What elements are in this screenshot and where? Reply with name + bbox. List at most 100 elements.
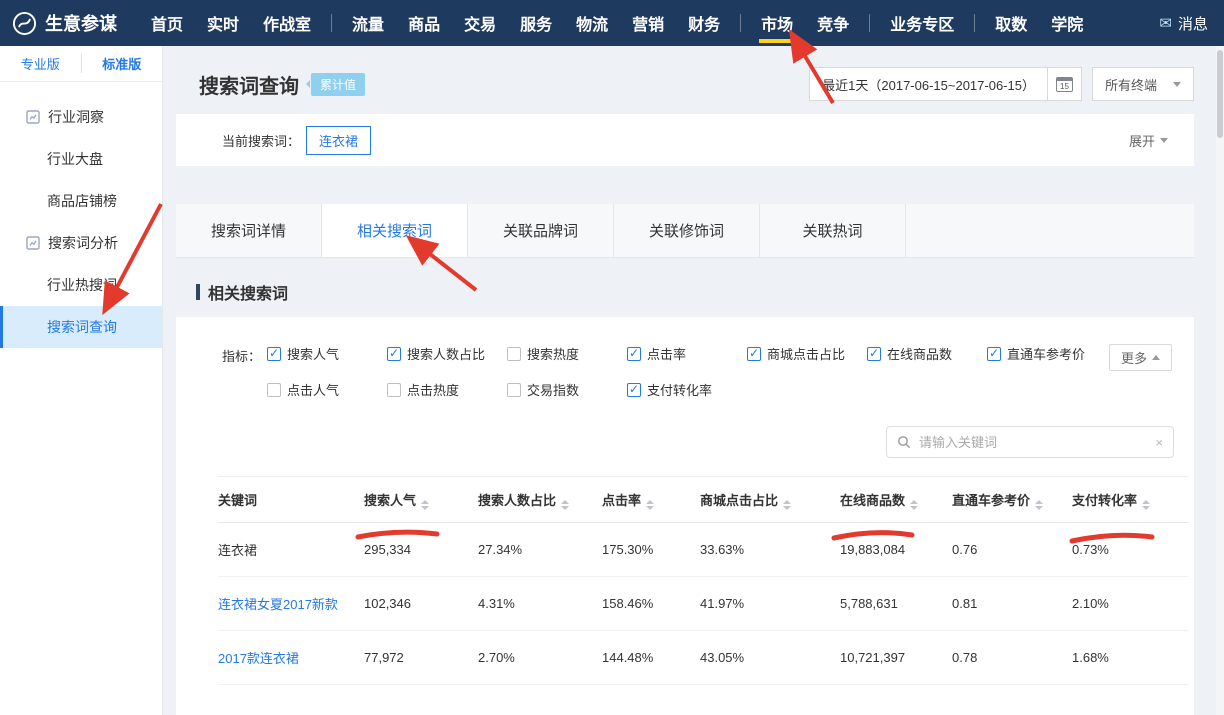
metric-checkbox-online-products[interactable]: 在线商品数 xyxy=(867,344,987,363)
nav-item-service[interactable]: 服务 xyxy=(508,0,564,46)
cell-value: 144.48% xyxy=(602,631,700,685)
table-row: 连衣裙女夏2017新款 102,346 4.31% 158.46% 41.97%… xyxy=(218,577,1188,631)
date-range-text: 最近1天（2017-06-15~2017-06-15） xyxy=(810,68,1047,100)
col-online-products[interactable]: 在线商品数 xyxy=(840,477,952,523)
metric-checkbox-search-heat[interactable]: 搜索热度 xyxy=(507,344,627,363)
metric-checkbox-click-heat[interactable]: 点击热度 xyxy=(387,380,507,399)
sort-icon[interactable] xyxy=(1142,500,1150,510)
nav-item-marketing[interactable]: 营销 xyxy=(620,0,676,46)
col-keyword: 关键词 xyxy=(218,477,364,523)
metric-label: 商城点击占比 xyxy=(767,344,845,363)
tabstrip-filler xyxy=(906,204,1194,257)
metric-checkbox-click-rate[interactable]: 点击率 xyxy=(627,344,747,363)
search-icon xyxy=(897,435,911,449)
sidebar-item-industry-insight[interactable]: 行业洞察 xyxy=(0,96,162,138)
tab-standard-version[interactable]: 标准版 xyxy=(81,54,163,73)
metric-checkbox-ztc-ref-price[interactable]: 直通车参考价 xyxy=(987,344,1107,363)
checkbox-icon xyxy=(867,347,881,361)
tab-related-brand-words[interactable]: 关联品牌词 xyxy=(468,204,614,257)
sort-icon[interactable] xyxy=(421,500,429,510)
cell-value: 0.78 xyxy=(952,631,1072,685)
nav-item-competition[interactable]: 竞争 xyxy=(805,0,861,46)
col-click-rate[interactable]: 点击率 xyxy=(602,477,700,523)
metric-checkbox-pay-conversion[interactable]: 支付转化率 xyxy=(627,380,747,399)
nav-item-realtime[interactable]: 实时 xyxy=(195,0,251,46)
col-search-popularity[interactable]: 搜索人气 xyxy=(364,477,478,523)
cumulative-badge: 累计值 xyxy=(311,73,365,96)
scrollbar-thumb[interactable] xyxy=(1217,50,1223,138)
col-pay-conversion[interactable]: 支付转化率 xyxy=(1072,477,1188,523)
col-searcher-share[interactable]: 搜索人数占比 xyxy=(478,477,602,523)
tab-search-term-detail[interactable]: 搜索词详情 xyxy=(176,204,322,257)
cell-value: 0.73% xyxy=(1072,523,1188,577)
sidebar-version-tabs: 专业版 标准版 xyxy=(0,46,162,82)
cell-keyword-link[interactable]: 2017款连衣裙 xyxy=(218,631,364,685)
message-entry[interactable]: ✉ 消息 xyxy=(1159,13,1208,34)
checkbox-icon xyxy=(627,347,641,361)
chart-doc-icon xyxy=(26,236,40,250)
nav-item-logistics[interactable]: 物流 xyxy=(564,0,620,46)
sidebar-item-search-term-analysis[interactable]: 搜索词分析 xyxy=(0,222,162,264)
cell-value: 33.63% xyxy=(700,523,840,577)
metric-checkbox-trade-index[interactable]: 交易指数 xyxy=(507,380,627,399)
sidebar-item-label: 行业洞察 xyxy=(48,107,104,127)
keyword-search-input[interactable] xyxy=(919,435,1147,450)
current-keyword-tag[interactable]: 连衣裙 xyxy=(306,126,371,155)
sidebar-item-label: 搜索词分析 xyxy=(48,233,118,253)
nav-item-data-extract[interactable]: 取数 xyxy=(983,0,1039,46)
metric-checkbox-click-popularity[interactable]: 点击人气 xyxy=(267,380,387,399)
brand[interactable]: 生意参谋 xyxy=(12,10,117,36)
cell-value: 41.97% xyxy=(700,577,840,631)
nav-item-academy[interactable]: 学院 xyxy=(1039,0,1095,46)
sort-icon[interactable] xyxy=(1035,500,1043,510)
sidebar-item-industry-overview[interactable]: 行业大盘 xyxy=(0,138,162,180)
tab-related-hot-words[interactable]: 关联热词 xyxy=(760,204,906,257)
more-button[interactable]: 更多 xyxy=(1109,344,1172,371)
tab-related-search-terms[interactable]: 相关搜索词 xyxy=(322,204,468,257)
cell-value: 5,788,631 xyxy=(840,577,952,631)
clear-icon[interactable]: × xyxy=(1155,435,1163,450)
nav-item-war-room[interactable]: 作战室 xyxy=(251,0,323,46)
metric-label: 搜索人数占比 xyxy=(407,344,485,363)
metric-checkbox-searcher-share[interactable]: 搜索人数占比 xyxy=(387,344,507,363)
date-range-picker[interactable]: 最近1天（2017-06-15~2017-06-15） 15 xyxy=(809,67,1082,101)
expand-toggle[interactable]: 展开 xyxy=(1129,131,1168,150)
nav-item-traffic[interactable]: 流量 xyxy=(340,0,396,46)
metric-label: 支付转化率 xyxy=(647,380,712,399)
results-table: 关键词 搜索人气 搜索人数占比 点击率 商城点击占比 在线商品数 直通车参考价 … xyxy=(218,476,1188,685)
cell-value: 19,883,084 xyxy=(840,523,952,577)
sidebar-item-label: 行业大盘 xyxy=(47,149,103,169)
cell-keyword-link[interactable]: 连衣裙女夏2017新款 xyxy=(218,577,364,631)
terminal-selector[interactable]: 所有终端 xyxy=(1092,67,1194,101)
checkbox-icon xyxy=(387,347,401,361)
chart-doc-icon xyxy=(26,110,40,124)
col-ztc-ref-price[interactable]: 直通车参考价 xyxy=(952,477,1072,523)
metric-label: 搜索热度 xyxy=(527,344,579,363)
message-label: 消息 xyxy=(1178,13,1208,34)
tab-related-modifier-words[interactable]: 关联修饰词 xyxy=(614,204,760,257)
sort-icon[interactable] xyxy=(910,500,918,510)
table-header-row: 关键词 搜索人气 搜索人数占比 点击率 商城点击占比 在线商品数 直通车参考价 … xyxy=(218,477,1188,523)
sidebar-item-goods-shop-ranking[interactable]: 商品店铺榜 xyxy=(0,180,162,222)
tab-pro-version[interactable]: 专业版 xyxy=(0,54,81,73)
sort-icon[interactable] xyxy=(561,500,569,510)
cell-value: 175.30% xyxy=(602,523,700,577)
nav-item-market[interactable]: 市场 xyxy=(749,0,805,46)
sort-icon[interactable] xyxy=(783,500,791,510)
nav-item-business-zone[interactable]: 业务专区 xyxy=(878,0,966,46)
calendar-button[interactable]: 15 xyxy=(1047,68,1081,100)
main-content: 搜索词查询 累计值 最近1天（2017-06-15~2017-06-15） 15… xyxy=(163,46,1224,715)
metric-checkbox-search-popularity[interactable]: 搜索人气 xyxy=(267,344,387,363)
nav-item-trade[interactable]: 交易 xyxy=(452,0,508,46)
checkbox-icon xyxy=(267,383,281,397)
metric-label: 交易指数 xyxy=(527,380,579,399)
nav-item-finance[interactable]: 财务 xyxy=(676,0,732,46)
nav-item-goods[interactable]: 商品 xyxy=(396,0,452,46)
metric-checkbox-mall-click-share[interactable]: 商城点击占比 xyxy=(747,344,867,363)
sidebar-item-search-term-query[interactable]: 搜索词查询 xyxy=(0,306,162,348)
nav-item-home[interactable]: 首页 xyxy=(139,0,195,46)
col-mall-click-share[interactable]: 商城点击占比 xyxy=(700,477,840,523)
sort-icon[interactable] xyxy=(646,500,654,510)
sidebar-item-industry-hot-words[interactable]: 行业热搜词 xyxy=(0,264,162,306)
table-row: 连衣裙 295,334 27.34% 175.30% 33.63% 19,883… xyxy=(218,523,1188,577)
